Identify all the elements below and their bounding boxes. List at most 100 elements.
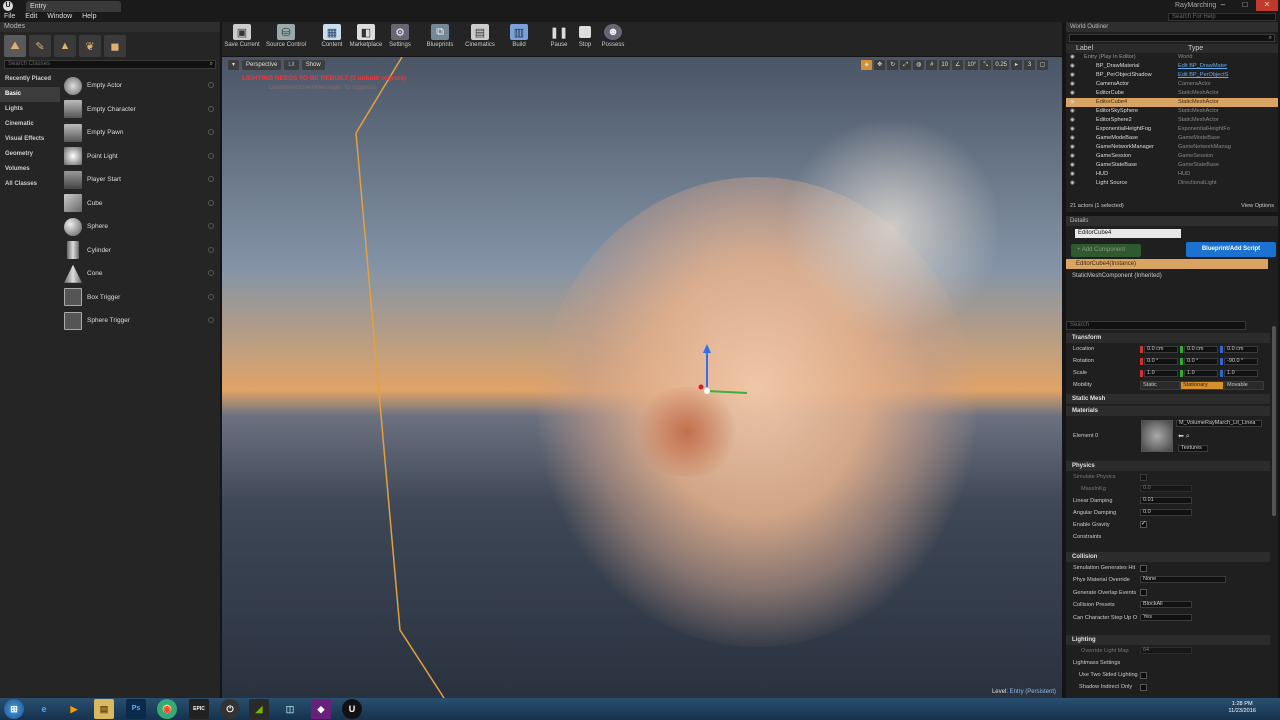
scale-snap-value[interactable]: 0.25 [993, 60, 1009, 70]
mass-field[interactable]: 0.0 [1140, 485, 1192, 492]
placeable-cube[interactable]: Cube [61, 192, 218, 216]
category-volumes[interactable]: Volumes [0, 162, 60, 177]
info-icon[interactable] [208, 176, 214, 182]
scale-x-field[interactable]: 1.0 [1144, 370, 1178, 377]
paint-mode-icon[interactable]: ✎ [29, 35, 51, 57]
maximize-viewport-icon[interactable]: ▢ [1037, 60, 1048, 70]
override-lightmap-field[interactable]: 64 [1140, 647, 1192, 654]
menu-edit[interactable]: Edit [21, 12, 41, 22]
steam-icon[interactable]: ⏻ [220, 699, 240, 719]
eye-icon[interactable]: ◉ [1070, 134, 1078, 143]
foliage-mode-icon[interactable]: ❦ [79, 35, 101, 57]
placeable-point-light[interactable]: Point Light [61, 145, 218, 169]
source-control-button[interactable]: ⛁ Source Control [266, 24, 306, 54]
save-current-button[interactable]: ▣ Save Current [222, 24, 262, 54]
actor-type[interactable]: Edit BP_DrawMater [1178, 62, 1238, 71]
section-collision[interactable]: Collision [1066, 552, 1270, 562]
info-icon[interactable] [208, 129, 214, 135]
info-icon[interactable] [208, 105, 214, 112]
menu-help[interactable]: Help [78, 12, 100, 22]
collision-presets-dropdown[interactable]: BlockAll [1140, 601, 1192, 608]
placeable-box-trigger[interactable]: Box Trigger [61, 286, 218, 310]
nvidia-icon[interactable]: ◢ [249, 699, 269, 719]
rotation-snap-value[interactable]: 10° [965, 60, 979, 70]
class-search-input[interactable]: Search Classes ⌕ [4, 60, 216, 69]
mobility-static[interactable]: Static [1140, 381, 1180, 390]
unreal-engine-icon[interactable]: U [342, 699, 362, 719]
placeable-empty-character[interactable]: Empty Character [61, 98, 218, 122]
possess-button[interactable]: ☻ Possess [593, 24, 633, 54]
lightmass-settings-row[interactable]: Lightmass Settings [1073, 660, 1120, 666]
rotation-x-field[interactable]: 0.0 ° [1144, 358, 1178, 365]
landscape-mode-icon[interactable]: ▲ [54, 35, 76, 57]
mobility-movable[interactable]: Movable [1224, 381, 1264, 390]
info-icon[interactable] [208, 152, 214, 159]
menu-window[interactable]: Window [43, 12, 76, 22]
perspective-button[interactable]: Perspective [242, 60, 282, 70]
angular-damping-field[interactable]: 0.0 [1140, 509, 1192, 516]
use-selected-icon[interactable]: ⬅ ⌕ [1178, 432, 1190, 441]
scale-z-field[interactable]: 1.0 [1224, 370, 1258, 377]
category-geometry[interactable]: Geometry [0, 147, 60, 162]
rotation-label[interactable]: Rotation [1073, 358, 1094, 364]
location-z-field[interactable]: 0.0 cm [1224, 346, 1258, 353]
eye-icon[interactable]: ◉ [1070, 170, 1078, 179]
build-button[interactable]: ▥ Build [499, 24, 539, 54]
rotation-z-field[interactable]: -90.0 ° [1224, 358, 1258, 365]
constraints-row[interactable]: Constraints [1073, 534, 1101, 540]
outliner-row[interactable]: ◉ GameModeBase GameModeBase [1066, 134, 1278, 143]
section-transform[interactable]: Transform [1066, 333, 1270, 343]
details-search-input[interactable]: Search [1066, 321, 1246, 330]
outliner-row-selected[interactable]: ◉ EditorCube4 StaticMeshActor [1066, 98, 1278, 107]
eye-icon[interactable]: ◉ [1070, 179, 1078, 188]
grid-snap-icon[interactable]: # [926, 60, 938, 70]
placeable-sphere[interactable]: Sphere [61, 215, 218, 239]
blueprint-add-script-button[interactable]: Blueprint/Add Script [1186, 242, 1276, 257]
details-scrollbar[interactable] [1272, 326, 1276, 516]
settings-button[interactable]: ⚙ Settings [380, 24, 420, 54]
outliner-row[interactable]: ◉ ExponentialHeightFog ExponentialHeightFo [1066, 125, 1278, 134]
world-icon[interactable]: ◍ [913, 60, 925, 70]
scale-snap-icon[interactable]: ⤡ [980, 60, 992, 70]
info-icon[interactable] [208, 223, 214, 229]
info-icon[interactable] [208, 246, 214, 253]
step-up-dropdown[interactable]: Yes [1140, 614, 1192, 621]
info-icon[interactable] [208, 199, 214, 206]
outliner-row[interactable]: ◉ Light Source DirectionalLight [1066, 179, 1278, 188]
menu-file[interactable]: File [0, 12, 19, 22]
placeable-sphere-trigger[interactable]: Sphere Trigger [61, 309, 218, 333]
linear-damping-field[interactable]: 0.01 [1140, 497, 1192, 504]
scale-icon[interactable]: ⤢ [900, 60, 912, 70]
scale-y-field[interactable]: 1.0 [1184, 370, 1218, 377]
placeable-empty-actor[interactable]: Empty Actor [61, 74, 218, 98]
mobility-stationary[interactable]: Stationary [1180, 381, 1224, 390]
outliner-row[interactable]: ◉ HUD HUD [1066, 170, 1278, 179]
category-recently-placed[interactable]: Recently Placed [0, 72, 60, 87]
eye-icon[interactable]: ◉ [1070, 107, 1078, 116]
outliner-row[interactable]: ◉ BP_PerObjectShadow Edit BP_PerObjectS [1066, 71, 1278, 80]
camera-speed-icon[interactable]: ▸ [1011, 60, 1022, 70]
translate-icon[interactable]: ✥ [874, 60, 886, 70]
modes-header[interactable]: Modes [0, 22, 220, 32]
file-explorer-icon[interactable]: ▤ [94, 699, 114, 719]
details-header[interactable]: Details [1066, 216, 1278, 226]
object-name-field[interactable]: EditorCube4 [1075, 229, 1181, 238]
textures-dropdown[interactable]: Textures [1178, 445, 1208, 452]
outliner-row[interactable]: ◉ EditorSphere2 StaticMeshActor [1066, 116, 1278, 125]
info-icon[interactable] [208, 82, 214, 88]
category-visual-effects[interactable]: Visual Effects [0, 132, 60, 147]
shadow-indirect-checkbox[interactable] [1140, 684, 1147, 691]
lit-button[interactable]: Lit [284, 60, 299, 70]
simulate-physics-checkbox[interactable] [1140, 474, 1147, 481]
column-label[interactable]: Label [1066, 44, 1188, 53]
eye-icon[interactable]: ◉ [1070, 143, 1078, 152]
sim-generates-hit-checkbox[interactable] [1140, 565, 1147, 572]
internet-explorer-icon[interactable]: e [34, 699, 54, 719]
eye-icon[interactable]: ◉ [1070, 71, 1078, 80]
outliner-row[interactable]: ◉ EditorCube StaticMeshActor [1066, 89, 1278, 98]
add-component-button[interactable]: + Add Component [1071, 244, 1141, 257]
outliner-row[interactable]: ◉ GameNetworkManager GameNetworkManag [1066, 143, 1278, 152]
rotate-icon[interactable]: ↻ [887, 60, 899, 70]
start-button-icon[interactable]: ⊞ [4, 699, 24, 719]
blueprints-button[interactable]: ⧉ Blueprints [420, 24, 460, 54]
